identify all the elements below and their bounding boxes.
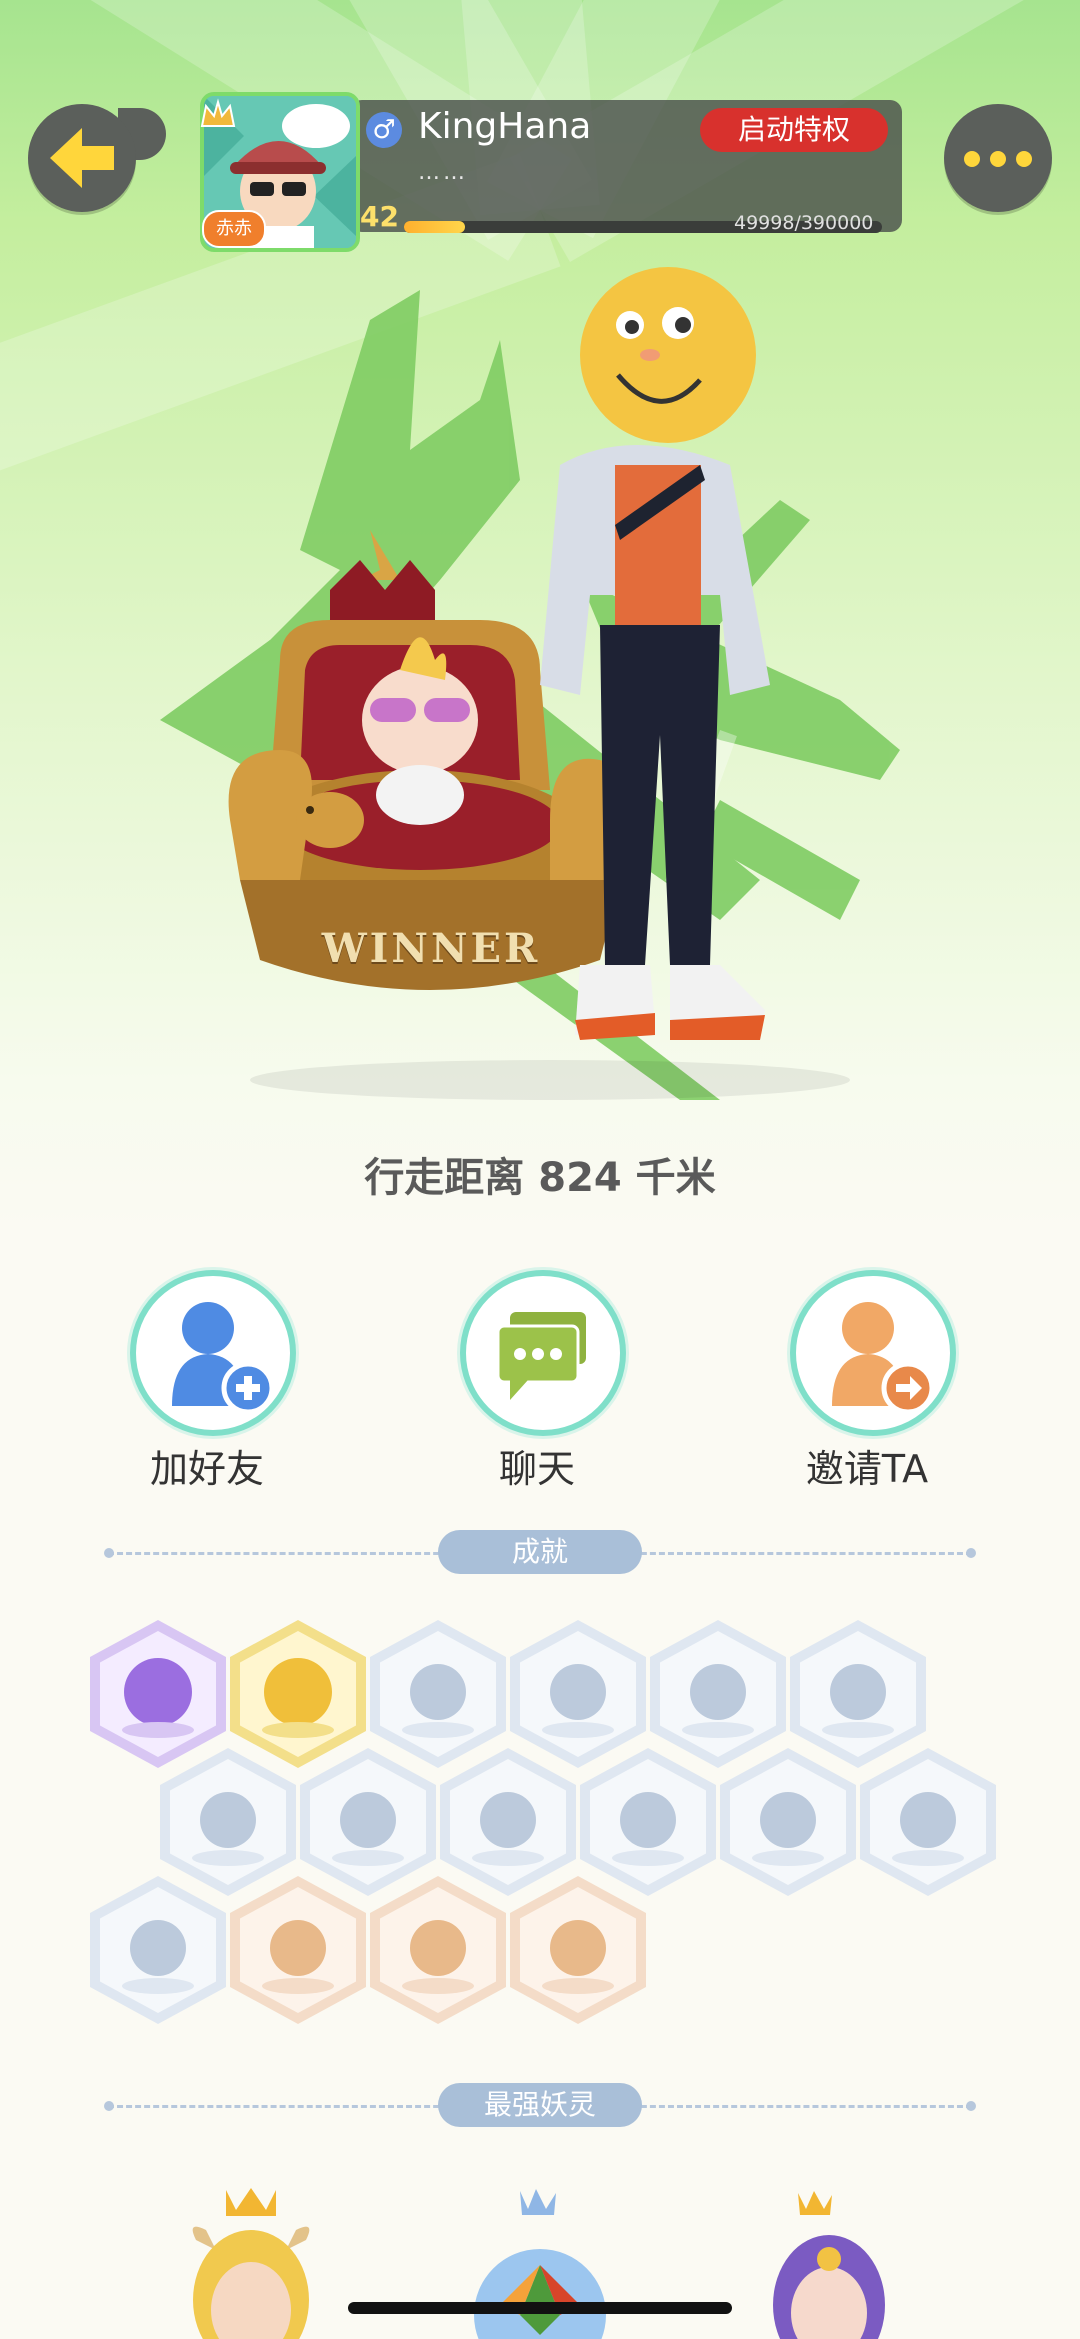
spirit-card-left[interactable]: [176, 2180, 326, 2339]
walk-distance-text: 行走距离 824 千米: [364, 1155, 716, 1201]
achievement-badge[interactable]: [510, 1620, 646, 1768]
add-friend-circle: [130, 1270, 296, 1436]
avatar-tag-badge: 赤赤: [202, 210, 266, 248]
gold-orb-badge-icon: [262, 1658, 334, 1738]
chat-circle: [460, 1270, 626, 1436]
divider-dot: [966, 1548, 976, 1558]
more-options-button[interactable]: [944, 104, 1052, 212]
achievement-badge[interactable]: [90, 1620, 226, 1768]
activate-privilege-button[interactable]: 启动特权: [700, 108, 888, 152]
cat-badge-icon: [122, 1920, 194, 1994]
player-signature: ……: [418, 160, 468, 185]
ox-badge-icon: [402, 1920, 474, 1994]
book-badge-icon: [542, 1920, 614, 1994]
strongest-spirits-section-title: 最强妖灵: [438, 2083, 642, 2127]
spirit-card-center[interactable]: [470, 2185, 620, 2339]
taiji-badge-icon: [192, 1792, 264, 1866]
add-friend-label: 加好友: [149, 1447, 264, 1491]
achievement-badge[interactable]: [230, 1620, 366, 1768]
achievement-badge[interactable]: [580, 1748, 716, 1896]
chat-icon: [496, 1312, 586, 1400]
achievement-badge[interactable]: [790, 1620, 926, 1768]
experience-text: 49998/390000: [734, 212, 874, 234]
divider-dot: [966, 2101, 976, 2111]
achievement-badge[interactable]: [720, 1748, 856, 1896]
experience-bar-fill: [404, 221, 466, 233]
username: KingHana: [418, 106, 592, 147]
spirit-badge-icon: [332, 1792, 404, 1866]
divider-dot: [104, 2101, 114, 2111]
invite-circle: [790, 1270, 956, 1436]
cart-badge-icon: [262, 1920, 334, 1994]
player-avatar-character[interactable]: [520, 265, 790, 1095]
crown-icon: [520, 2189, 556, 2215]
dragon-badge-icon: [752, 1792, 824, 1866]
achievement-badge[interactable]: [440, 1748, 576, 1896]
achievements-section-title: 成就: [438, 1530, 642, 1574]
achievement-badge[interactable]: [370, 1876, 506, 2024]
male-gender-icon: ♂: [366, 112, 402, 148]
achievement-badge[interactable]: [650, 1620, 786, 1768]
fox-badge-icon: [472, 1792, 544, 1866]
invite-icon: [832, 1302, 935, 1415]
crystal-badge-icon: [822, 1664, 894, 1738]
crown-badge-icon: [200, 98, 236, 127]
achievement-badge[interactable]: [230, 1876, 366, 2024]
chat-button[interactable]: 聊天: [410, 1270, 630, 1500]
achievement-badge[interactable]: [370, 1620, 506, 1768]
add-friend-icon: [172, 1302, 275, 1415]
divider-dot: [104, 1548, 114, 1558]
back-button[interactable]: [28, 104, 136, 212]
achievement-badge[interactable]: [160, 1748, 296, 1896]
target-badge-icon: [542, 1664, 614, 1738]
demon-badge-icon: [122, 1658, 194, 1738]
invite-label: 邀请TA: [805, 1447, 929, 1491]
invite-button[interactable]: 邀请TA: [740, 1270, 960, 1500]
achievement-badge[interactable]: [90, 1876, 226, 2024]
crown-icon: [226, 2188, 276, 2216]
achievement-badge[interactable]: [300, 1748, 436, 1896]
player-level: 42: [360, 200, 399, 233]
yin-yang-badge-icon: [612, 1792, 684, 1866]
add-friend-button[interactable]: 加好友: [80, 1270, 300, 1500]
arrow-left-icon: [50, 128, 114, 188]
crown-icon: [798, 2191, 832, 2215]
chat-label: 聊天: [498, 1447, 575, 1491]
home-indicator[interactable]: [348, 2302, 732, 2314]
spirit-card-right[interactable]: [754, 2185, 904, 2339]
moon-badge-icon: [682, 1664, 754, 1738]
sneaker-badge-icon: [402, 1664, 474, 1738]
achievement-badge[interactable]: [510, 1876, 646, 2024]
scroll-badge-icon: [892, 1792, 964, 1866]
achievement-badge[interactable]: [860, 1748, 996, 1896]
